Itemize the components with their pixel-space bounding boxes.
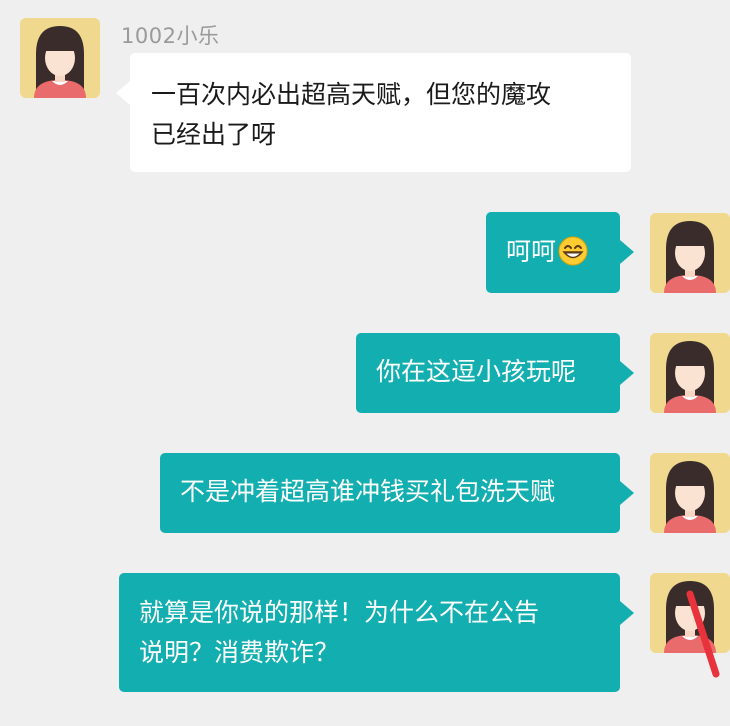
bubble-tail <box>116 81 130 105</box>
sender-name: 1002小乐 <box>121 24 220 48</box>
message-text-line: 一百次内必出超高天赋，但您的魔攻 <box>151 80 552 109</box>
message-text: 你在这逗小孩玩呢 <box>376 357 577 386</box>
girl-avatar-icon <box>650 573 730 653</box>
bubble-tail <box>620 601 634 625</box>
avatar-outgoing[interactable] <box>650 573 730 653</box>
message-bubble-outgoing[interactable]: 就算是你说的那样！为什么不在公告 说明？消费欺诈？ <box>119 573 634 692</box>
grinning-face-emoji-icon <box>558 236 588 266</box>
message-text: 不是冲着超高谁冲钱买礼包洗天赋 <box>180 477 556 506</box>
message-bubble-outgoing[interactable]: 不是冲着超高谁冲钱买礼包洗天赋 <box>160 453 634 533</box>
message-bubble-outgoing[interactable]: 你在这逗小孩玩呢 <box>356 333 634 413</box>
avatar-outgoing[interactable] <box>650 213 730 293</box>
bubble-tail <box>620 481 634 505</box>
girl-avatar-icon <box>650 333 730 413</box>
message-text-line: 说明？消费欺诈？ <box>139 638 340 667</box>
avatar-outgoing[interactable] <box>650 453 730 533</box>
message-text-line: 已经出了呀 <box>151 120 277 149</box>
girl-avatar-icon <box>20 18 100 98</box>
message-text: 呵呵 <box>506 237 557 266</box>
bubble-tail <box>620 361 634 385</box>
girl-avatar-icon <box>650 213 730 293</box>
girl-avatar-icon <box>650 453 730 533</box>
bubble-tail <box>620 240 634 264</box>
message-text-line: 就算是你说的那样！为什么不在公告 <box>139 598 540 627</box>
message-bubble-outgoing[interactable]: 呵呵 <box>486 212 634 293</box>
avatar-outgoing[interactable] <box>650 333 730 413</box>
avatar-incoming[interactable] <box>20 18 100 98</box>
message-bubble-incoming[interactable]: 一百次内必出超高天赋，但您的魔攻 已经出了呀 <box>116 53 631 172</box>
